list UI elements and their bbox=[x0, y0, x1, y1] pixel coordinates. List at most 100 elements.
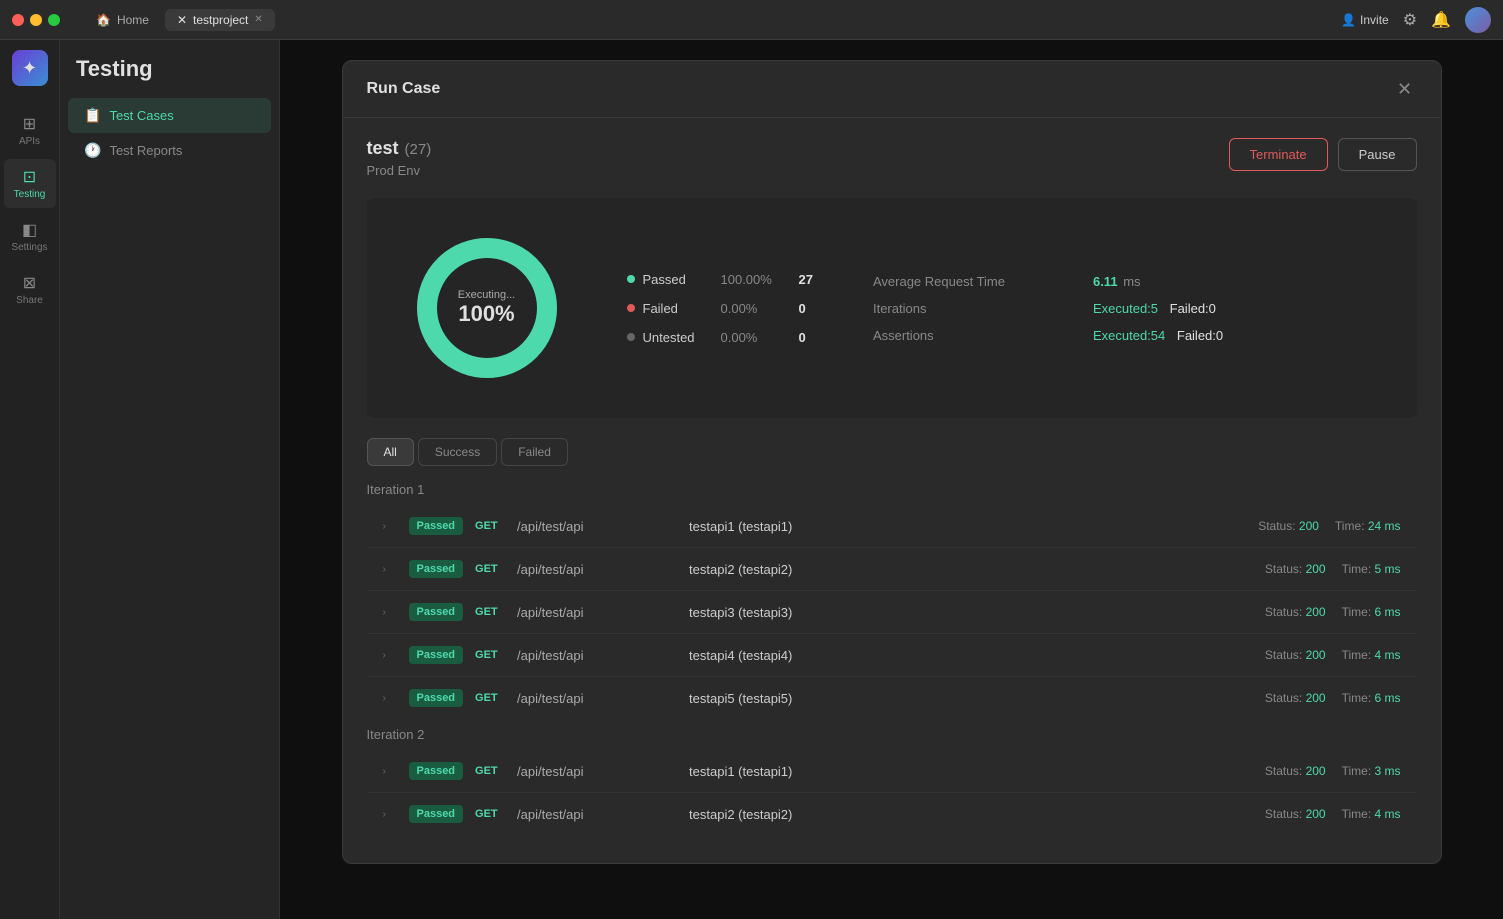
time-text: Time: 5 ms bbox=[1342, 562, 1401, 576]
avg-request-unit: ms bbox=[1123, 274, 1140, 289]
titlebar: 🏠 Home ✕ testproject ✕ 👤 Invite ⚙ 🔔 bbox=[0, 0, 1503, 40]
traffic-lights bbox=[12, 14, 60, 26]
content-area: Run Case ✕ test (27) Prod Env bbox=[280, 40, 1503, 919]
filter-all[interactable]: All bbox=[367, 438, 414, 466]
terminate-button[interactable]: Terminate bbox=[1229, 138, 1328, 171]
table-row: › Passed GET /api/test/api testapi1 (tes… bbox=[367, 750, 1417, 793]
test-cases-label: Test Cases bbox=[109, 108, 173, 123]
status-text: Status: 200 bbox=[1265, 691, 1326, 705]
fullscreen-traffic-light[interactable] bbox=[48, 14, 60, 26]
close-traffic-light[interactable] bbox=[12, 14, 24, 26]
tab-close-icon[interactable]: ✕ bbox=[254, 14, 262, 25]
untested-label: Untested bbox=[643, 330, 713, 345]
table-row: › Passed GET /api/test/api testapi5 (tes… bbox=[367, 677, 1417, 719]
filter-tabs: All Success Failed bbox=[367, 438, 1417, 466]
test-meta: Status: 200 Time: 24 ms bbox=[1258, 519, 1400, 533]
status-badge: Passed bbox=[409, 689, 464, 707]
run-case-modal: Run Case ✕ test (27) Prod Env bbox=[342, 60, 1442, 864]
assertions-executed: Executed:54 bbox=[1093, 328, 1165, 343]
sidebar-item-testing[interactable]: ⊡ Testing bbox=[4, 159, 56, 208]
untested-dot bbox=[627, 333, 635, 341]
test-name: testapi1 (testapi1) bbox=[689, 764, 1253, 779]
sidebar-menu-test-cases[interactable]: 📋 Test Cases bbox=[68, 98, 271, 133]
modal-overlay: Run Case ✕ test (27) Prod Env bbox=[280, 40, 1503, 919]
avatar bbox=[1465, 7, 1491, 33]
run-actions: Terminate Pause bbox=[1229, 138, 1417, 171]
status-text: Status: 200 bbox=[1265, 764, 1326, 778]
test-meta: Status: 200 Time: 4 ms bbox=[1265, 648, 1401, 662]
time-text: Time: 6 ms bbox=[1342, 691, 1401, 705]
iteration-1-rows: › Passed GET /api/test/api testapi1 (tes… bbox=[367, 505, 1417, 719]
test-name: testapi5 (testapi5) bbox=[689, 691, 1253, 706]
test-path: /api/test/api bbox=[517, 605, 677, 620]
iterations-row: Iterations Executed:5 Failed:0 bbox=[873, 301, 1223, 316]
assertions-val: Executed:54 Failed:0 bbox=[1093, 328, 1223, 343]
test-path: /api/test/api bbox=[517, 764, 677, 779]
test-path: /api/test/api bbox=[517, 562, 677, 577]
method-badge: GET bbox=[475, 808, 505, 820]
time-text: Time: 24 ms bbox=[1335, 519, 1401, 533]
chevron-right-icon[interactable]: › bbox=[383, 809, 397, 820]
filter-success[interactable]: Success bbox=[418, 438, 497, 466]
run-header: test (27) Prod Env Terminate Pause bbox=[367, 138, 1417, 178]
filter-failed[interactable]: Failed bbox=[501, 438, 568, 466]
settings-label: Settings bbox=[11, 242, 47, 253]
time-text: Time: 4 ms bbox=[1342, 807, 1401, 821]
titlebar-right: 👤 Invite ⚙ 🔔 bbox=[1341, 7, 1491, 33]
sidebar-item-apis[interactable]: ⊞ APIs bbox=[4, 106, 56, 155]
passed-label: Passed bbox=[643, 272, 713, 287]
chevron-right-icon[interactable]: › bbox=[383, 650, 397, 661]
iterations-val: Executed:5 Failed:0 bbox=[1093, 301, 1216, 316]
test-cases-icon: 📋 bbox=[84, 107, 101, 124]
test-reports-label: Test Reports bbox=[109, 143, 182, 158]
avg-request-row: Average Request Time 6.11 ms bbox=[873, 274, 1223, 289]
chevron-right-icon[interactable]: › bbox=[383, 564, 397, 575]
legend-passed: Passed 100.00% 27 bbox=[627, 272, 813, 287]
stats-panel: Executing... 100% Passed 100.00% 27 bbox=[367, 198, 1417, 418]
table-row: › Passed GET /api/test/api testapi4 (tes… bbox=[367, 634, 1417, 677]
settings-icon[interactable]: ⚙ bbox=[1403, 10, 1417, 30]
tab-home[interactable]: 🏠 Home bbox=[84, 9, 161, 31]
share-nav-icon: ⊠ bbox=[23, 273, 36, 293]
invite-icon: 👤 bbox=[1341, 13, 1356, 27]
method-badge: GET bbox=[475, 765, 505, 777]
table-row: › Passed GET /api/test/api testapi3 (tes… bbox=[367, 591, 1417, 634]
modal-close-button[interactable]: ✕ bbox=[1393, 77, 1417, 101]
home-icon: 🏠 bbox=[96, 13, 111, 27]
bell-icon[interactable]: 🔔 bbox=[1431, 10, 1451, 30]
sidebar-item-settings[interactable]: ◧ Settings bbox=[4, 212, 56, 261]
failed-count: 0 bbox=[799, 301, 806, 316]
iteration-1-label: Iteration 1 bbox=[367, 482, 1417, 497]
untested-count: 0 bbox=[799, 330, 806, 345]
status-text: Status: 200 bbox=[1265, 605, 1326, 619]
untested-percent: 0.00% bbox=[721, 330, 791, 345]
apis-label: APIs bbox=[19, 136, 40, 147]
sidebar-menu-test-reports[interactable]: 🕐 Test Reports bbox=[68, 133, 271, 168]
method-badge: GET bbox=[475, 649, 505, 661]
method-badge: GET bbox=[475, 692, 505, 704]
chevron-right-icon[interactable]: › bbox=[383, 521, 397, 532]
pause-button[interactable]: Pause bbox=[1338, 138, 1417, 171]
sidebar-wide: Testing 📋 Test Cases 🕐 Test Reports bbox=[60, 40, 280, 919]
sidebar-item-share[interactable]: ⊠ Share bbox=[4, 265, 56, 314]
chevron-right-icon[interactable]: › bbox=[383, 766, 397, 777]
chevron-right-icon[interactable]: › bbox=[383, 693, 397, 704]
failed-dot bbox=[627, 304, 635, 312]
invite-button[interactable]: 👤 Invite bbox=[1341, 13, 1389, 27]
status-badge: Passed bbox=[409, 646, 464, 664]
test-path: /api/test/api bbox=[517, 807, 677, 822]
time-text: Time: 6 ms bbox=[1342, 605, 1401, 619]
method-badge: GET bbox=[475, 520, 505, 532]
main-layout: ✦ ⊞ APIs ⊡ Testing ◧ Settings ⊠ Share Te… bbox=[0, 40, 1503, 919]
avg-request-label: Average Request Time bbox=[873, 274, 1033, 289]
test-name: testapi4 (testapi4) bbox=[689, 648, 1253, 663]
test-path: /api/test/api bbox=[517, 648, 677, 663]
avg-request-number: 6.11 bbox=[1093, 274, 1118, 289]
minimize-traffic-light[interactable] bbox=[30, 14, 42, 26]
test-reports-icon: 🕐 bbox=[84, 142, 101, 159]
iteration-2-rows: › Passed GET /api/test/api testapi1 (tes… bbox=[367, 750, 1417, 835]
avg-request-val: 6.11 ms bbox=[1093, 274, 1141, 289]
chevron-right-icon[interactable]: › bbox=[383, 607, 397, 618]
tab-testproject[interactable]: ✕ testproject ✕ bbox=[165, 9, 275, 31]
method-badge: GET bbox=[475, 563, 505, 575]
